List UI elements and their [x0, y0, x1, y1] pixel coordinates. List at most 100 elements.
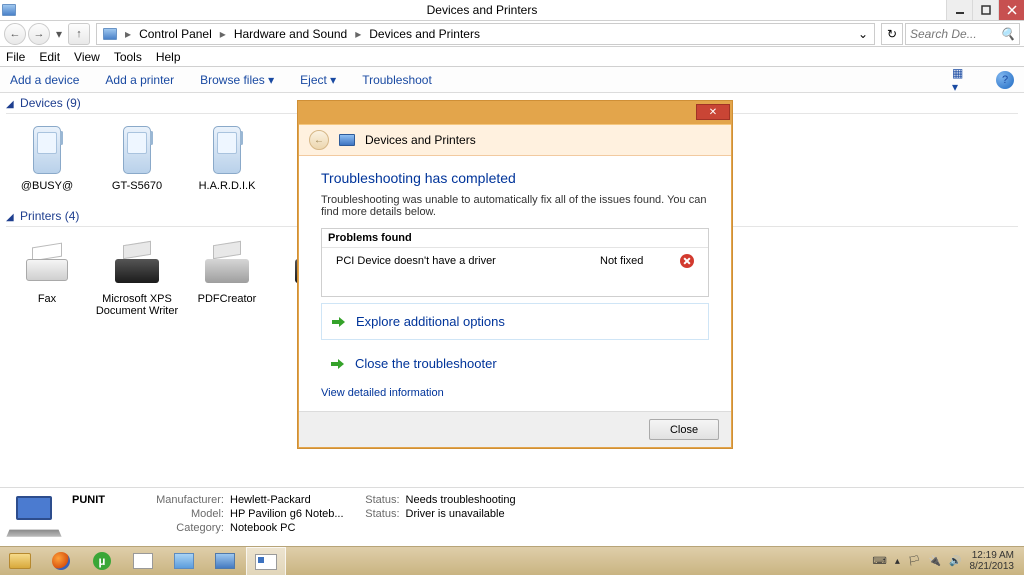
value-manufacturer: Hewlett-Packard	[230, 494, 344, 506]
browse-files-button[interactable]: Browse files ▾	[200, 73, 274, 87]
device-label: H.A.R.D.I.K	[182, 180, 272, 192]
recent-dropdown[interactable]: ▾	[52, 27, 66, 41]
dialog-titlebar[interactable]: ✕	[299, 102, 731, 124]
device-label: GT-S5670	[92, 180, 182, 192]
system-menu-icon[interactable]	[0, 0, 18, 20]
value-status: Needs troubleshooting	[406, 494, 516, 506]
phone-icon	[213, 126, 241, 174]
dialog-header-title: Devices and Printers	[365, 133, 476, 147]
view-detailed-link[interactable]: View detailed information	[321, 381, 709, 401]
volume-icon[interactable]: 🔊	[949, 556, 961, 567]
phone-icon	[123, 126, 151, 174]
phone-icon	[33, 126, 61, 174]
close-troubleshooter-button[interactable]: Close the troubleshooter	[321, 346, 709, 381]
taskbar-app[interactable]	[164, 547, 204, 575]
taskbar-app[interactable]	[205, 547, 245, 575]
content-area: ◢ Devices (9) @BUSY@ GT-S5670 H.A.R.D.I.…	[0, 93, 1024, 487]
breadcrumb-leaf[interactable]: Devices and Printers	[363, 24, 486, 44]
collapse-icon: ◢	[6, 99, 14, 110]
label-manufacturer: Manufacturer:	[134, 494, 224, 506]
device-item[interactable]: @BUSY@	[2, 120, 92, 192]
maximize-button[interactable]	[972, 0, 998, 20]
explore-options-button[interactable]: Explore additional options	[321, 303, 709, 340]
help-icon[interactable]: ?	[996, 71, 1014, 89]
printer-item[interactable]: Fax	[2, 233, 92, 317]
minimize-button[interactable]	[946, 0, 972, 20]
arrow-right-icon	[331, 357, 345, 371]
troubleshoot-button[interactable]: Troubleshoot	[362, 73, 432, 87]
search-icon: 🔍	[1000, 27, 1015, 41]
fax-icon	[18, 245, 76, 281]
view-options-button[interactable]: ▦ ▾	[952, 71, 970, 89]
taskbar-app[interactable]	[123, 547, 163, 575]
breadcrumb-mid[interactable]: Hardware and Sound	[228, 24, 353, 44]
taskbar-current-window[interactable]	[246, 547, 286, 575]
label-status: Status:	[350, 494, 400, 506]
add-device-button[interactable]: Add a device	[10, 73, 79, 87]
window-title: Devices and Printers	[18, 0, 946, 20]
search-placeholder: Search De...	[910, 27, 977, 41]
arrow-right-icon	[332, 315, 346, 329]
address-bar: ← → ▾ ↑ ▸ Control Panel ▸ Hardware and S…	[0, 21, 1024, 47]
label-status2: Status:	[350, 508, 400, 520]
details-name: PUNIT	[72, 494, 122, 506]
device-item[interactable]: H.A.R.D.I.K	[182, 120, 272, 192]
printer-icon	[111, 243, 163, 283]
taskbar[interactable]: µ ⌨ ▴ 🏳 🔌 🔊 12:19 AM 8/21/2013	[0, 546, 1024, 575]
problem-row[interactable]: PCI Device doesn't have a driver Not fix…	[322, 248, 708, 296]
back-button[interactable]: ←	[4, 23, 26, 45]
device-item[interactable]: GT-S5670	[92, 120, 182, 192]
menu-help[interactable]: Help	[156, 50, 181, 64]
up-button[interactable]: ↑	[68, 23, 90, 45]
power-icon[interactable]: 🔌	[929, 556, 941, 567]
printer-label: Microsoft XPS Document Writer	[92, 293, 182, 317]
problems-header: Problems found	[322, 229, 708, 248]
value-category: Notebook PC	[230, 522, 344, 534]
printer-item[interactable]: PDFCreator	[182, 233, 272, 317]
taskbar-utorrent[interactable]: µ	[82, 547, 122, 575]
label-model: Model:	[134, 508, 224, 520]
problems-box: Problems found PCI Device doesn't have a…	[321, 228, 709, 297]
close-button[interactable]: Close	[649, 419, 719, 440]
command-bar: Add a device Add a printer Browse files …	[0, 67, 1024, 93]
breadcrumb[interactable]: ▸ Control Panel ▸ Hardware and Sound ▸ D…	[96, 23, 875, 45]
dialog-close-button[interactable]: ✕	[696, 104, 730, 120]
dialog-footer: Close	[299, 411, 731, 447]
forward-button[interactable]: →	[28, 23, 50, 45]
troubleshooter-dialog: ✕ ← Devices and Printers Troubleshooting…	[297, 100, 733, 432]
menu-view[interactable]: View	[74, 50, 100, 64]
add-printer-button[interactable]: Add a printer	[105, 73, 174, 87]
label-category: Category:	[134, 522, 224, 534]
clock[interactable]: 12:19 AM 8/21/2013	[970, 550, 1019, 572]
system-tray[interactable]: ⌨ ▴ 🏳 🔌 🔊 12:19 AM 8/21/2013	[866, 550, 1024, 572]
close-button[interactable]	[998, 0, 1024, 20]
taskbar-firefox[interactable]	[41, 547, 81, 575]
chevron-right-icon[interactable]: ▸	[123, 27, 133, 41]
tray-up-icon[interactable]: ▴	[895, 556, 900, 567]
laptop-icon	[8, 496, 60, 538]
chevron-right-icon[interactable]: ▸	[353, 27, 363, 41]
problem-name: PCI Device doesn't have a driver	[336, 255, 600, 267]
dialog-heading: Troubleshooting has completed	[321, 170, 709, 186]
menu-edit[interactable]: Edit	[39, 50, 60, 64]
search-input[interactable]: Search De... 🔍	[905, 23, 1020, 45]
refresh-button[interactable]: ↻	[881, 23, 903, 45]
chevron-right-icon[interactable]: ▸	[218, 27, 228, 41]
error-icon	[680, 254, 694, 268]
eject-button[interactable]: Eject ▾	[300, 73, 336, 87]
devices-icon	[339, 134, 355, 146]
dialog-description: Troubleshooting was unable to automatica…	[321, 194, 709, 218]
breadcrumb-dropdown[interactable]: ⌄	[852, 24, 874, 44]
dialog-back-button[interactable]: ←	[309, 130, 329, 150]
device-label: @BUSY@	[2, 180, 92, 192]
printer-item[interactable]: Microsoft XPS Document Writer	[92, 233, 182, 317]
taskbar-explorer[interactable]	[0, 547, 40, 575]
menu-tools[interactable]: Tools	[114, 50, 142, 64]
action-center-icon[interactable]: 🏳	[908, 556, 921, 567]
menu-file[interactable]: File	[6, 50, 25, 64]
breadcrumb-icon	[97, 24, 123, 44]
keyboard-icon[interactable]: ⌨	[872, 556, 886, 567]
dialog-header: ← Devices and Printers	[299, 124, 731, 156]
breadcrumb-root[interactable]: Control Panel	[133, 24, 218, 44]
printer-label: Fax	[2, 293, 92, 305]
